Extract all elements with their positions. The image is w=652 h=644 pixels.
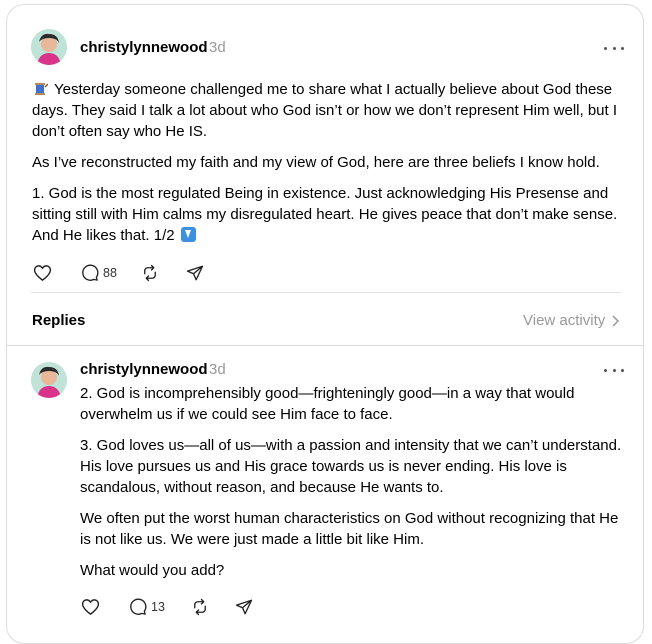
reply-button[interactable]: 88: [81, 263, 117, 283]
post-actions: 88: [33, 263, 233, 283]
chevron-right-icon: [612, 314, 620, 327]
thread-card: christylynnewood 3d Yesterday someone ch…: [6, 4, 644, 644]
comment-icon: [82, 264, 99, 281]
send-icon: [235, 599, 253, 615]
reply-count: 88: [103, 266, 117, 280]
reply-button[interactable]: 13: [129, 597, 165, 617]
post-body: Yesterday someone challenged me to share…: [32, 79, 627, 246]
reply-actions: 13: [81, 597, 281, 617]
reply-body: 2. God is incomprehensibly good—frighten…: [80, 383, 628, 581]
post-paragraph: Yesterday someone challenged me to share…: [32, 81, 618, 140]
post-timestamp[interactable]: 3d: [209, 39, 226, 56]
view-activity-label: View activity: [523, 312, 606, 329]
more-options-icon[interactable]: [604, 363, 624, 377]
more-options-icon[interactable]: [604, 41, 624, 55]
replies-label: Replies: [32, 312, 86, 329]
reply-paragraph: What would you add?: [80, 562, 225, 579]
post-paragraph: 1. God is the most regulated Being in ex…: [32, 185, 618, 244]
down-arrow-emoji-icon: [180, 227, 196, 242]
share-button[interactable]: [186, 263, 204, 283]
like-button[interactable]: [33, 263, 52, 283]
thread-spool-emoji-icon: [32, 81, 49, 97]
repost-button[interactable]: [141, 263, 159, 283]
reply-paragraph: 3. God loves us—all of us—with a passion…: [80, 437, 622, 496]
send-icon: [186, 265, 204, 281]
view-activity-link[interactable]: View activity: [523, 312, 621, 329]
repost-icon: [194, 598, 206, 616]
heart-icon: [33, 265, 52, 281]
heart-icon: [81, 599, 100, 615]
avatar[interactable]: [31, 29, 67, 65]
reply-timestamp[interactable]: 3d: [209, 361, 226, 378]
reply-count: 13: [151, 600, 165, 614]
repost-icon: [144, 264, 156, 282]
repost-button[interactable]: [191, 597, 209, 617]
reply-paragraph: We often put the worst human characteris…: [80, 510, 619, 548]
share-button[interactable]: [235, 597, 253, 617]
reply-username[interactable]: christylynnewood: [80, 361, 208, 378]
like-button[interactable]: [81, 597, 100, 617]
divider: [31, 292, 621, 293]
section-divider: [7, 345, 643, 346]
post-username[interactable]: christylynnewood: [80, 39, 208, 56]
reply-paragraph: 2. God is incomprehensibly good—frighten…: [80, 385, 575, 423]
post-paragraph: As I’ve reconstructed my faith and my vi…: [32, 154, 600, 171]
avatar[interactable]: [31, 362, 67, 398]
comment-icon: [130, 598, 147, 615]
